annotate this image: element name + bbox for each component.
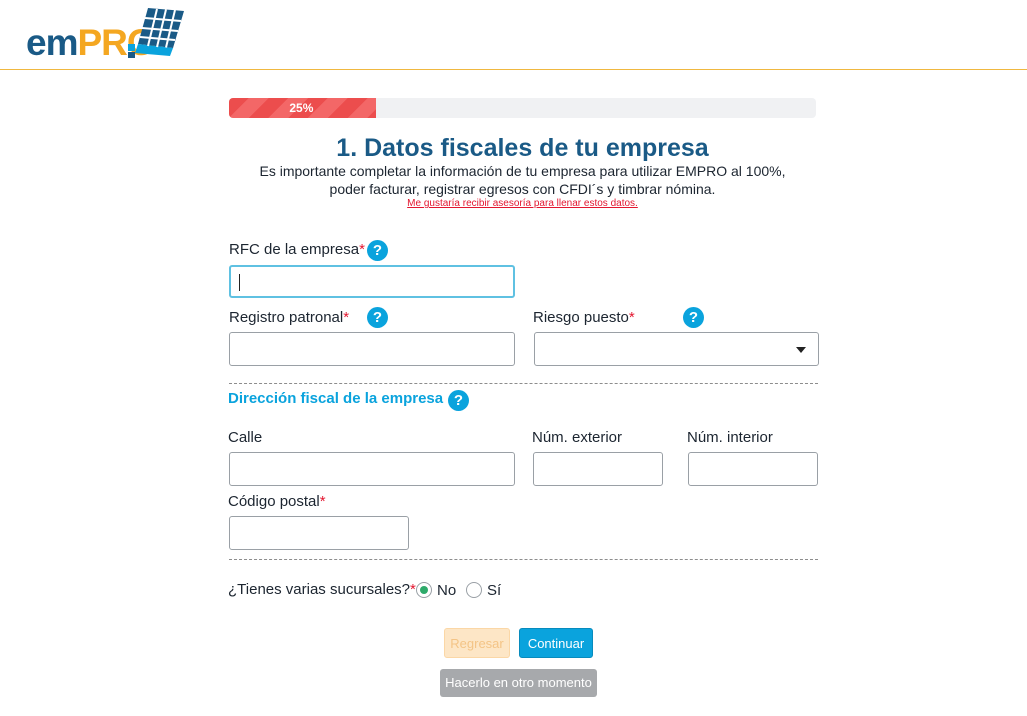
num-interior-label: Núm. interior [687,429,773,446]
calle-label: Calle [228,429,263,446]
chevron-down-icon [796,347,806,353]
question-circle-icon[interactable]: ? [367,307,388,328]
riesgo-puesto-label: Riesgo puesto* [533,309,635,326]
section-title-address: Dirección fiscal de la empresa [228,390,444,407]
codigo-postal-input[interactable] [229,516,409,550]
num-exterior-input[interactable] [533,452,663,486]
radio-si[interactable] [466,582,482,598]
radio-no[interactable] [416,582,432,598]
text-caret [239,274,240,291]
num-exterior-label: Núm. exterior [532,429,623,446]
rfc-input[interactable] [229,265,515,298]
question-circle-icon[interactable]: ? [367,240,388,261]
back-button[interactable]: Regresar [444,628,510,658]
calle-input[interactable] [229,452,515,486]
progress-bar: 25% [229,98,816,118]
codigo-postal-label: Código postal* [228,493,326,510]
continue-button[interactable]: Continuar [519,628,593,658]
logo-mark-icon [128,8,184,58]
branches-question: ¿Tienes varias sucursales?* [228,581,416,598]
section-divider [229,383,818,384]
radio-si-label: Sí [487,582,502,599]
page-subtitle: Es importante completar la información d… [259,163,786,197]
registro-patronal-input[interactable] [229,332,515,366]
num-interior-input[interactable] [688,452,818,486]
question-circle-icon[interactable]: ? [683,307,704,328]
top-header: emPRO [0,0,1027,70]
riesgo-puesto-select[interactable] [534,332,819,366]
empro-logo[interactable]: emPRO [26,6,186,62]
progress-percent: 25% [289,101,314,115]
do-later-button[interactable]: Hacerlo en otro momento [440,669,597,697]
radio-no-label: No [437,582,457,599]
rfc-label: RFC de la empresa* [229,241,365,258]
section-divider [229,559,818,560]
advice-link[interactable]: Me gustaría recibir asesoría para llenar… [229,198,816,209]
registro-patronal-label: Registro patronal* [229,309,350,326]
page-title: 1. Datos fiscales de tu empresa [336,134,709,162]
question-circle-icon[interactable]: ? [448,390,469,411]
